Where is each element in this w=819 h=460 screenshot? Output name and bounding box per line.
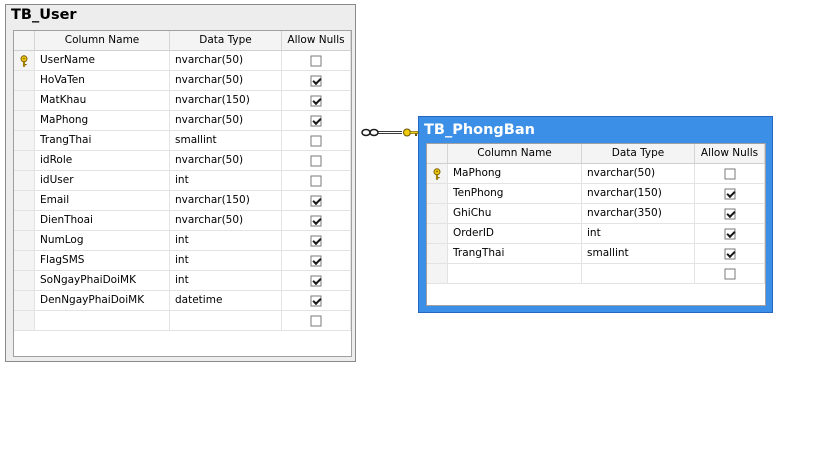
infinity-icon (361, 128, 379, 137)
relationship-connector[interactable] (0, 0, 819, 460)
key-icon (403, 128, 419, 137)
